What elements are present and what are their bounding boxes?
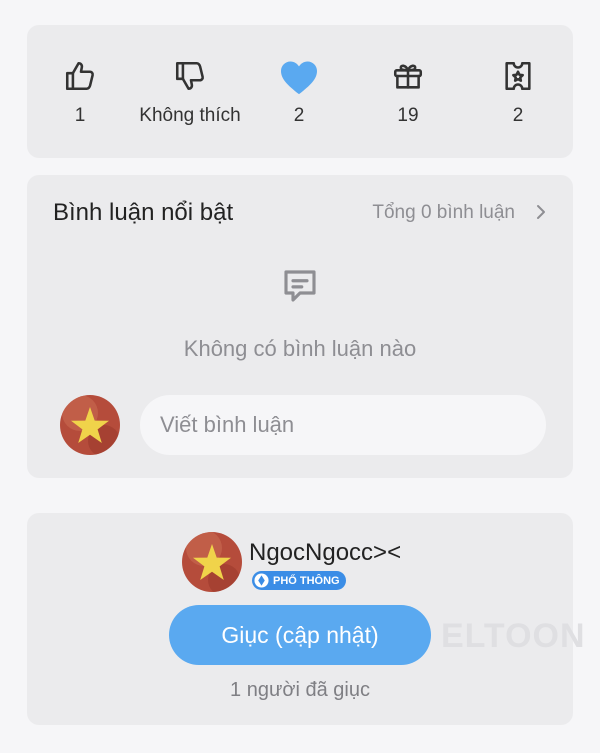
author-avatar[interactable] (182, 532, 242, 592)
gift-count: 19 (397, 105, 419, 126)
empty-comments-text: Không có bình luận nào (183, 336, 417, 361)
gift-icon (353, 59, 463, 93)
ticket-button[interactable]: 2 (463, 25, 573, 158)
reactions-card: 1 Không thích 2 19 2 (27, 25, 573, 158)
love-count: 2 (293, 105, 305, 126)
rank-badge-label: PHỔ THÔNG (273, 574, 340, 587)
comments-total-link[interactable]: Tổng 0 bình luận (372, 202, 515, 224)
gift-button[interactable]: 19 (353, 25, 463, 158)
comment-icon (279, 265, 321, 312)
thumbs-up-icon (25, 59, 135, 93)
rank-badge: PHỔ THÔNG (252, 571, 346, 590)
user-avatar[interactable] (60, 395, 120, 455)
comments-title: Bình luận nổi bật (53, 199, 234, 226)
comments-card: Bình luận nổi bật Tổng 0 bình luận Không… (27, 175, 573, 478)
comment-input[interactable] (140, 395, 546, 455)
heart-icon (244, 59, 354, 95)
thumbs-down-icon (135, 59, 245, 93)
chevron-right-icon[interactable] (535, 203, 547, 226)
like-button[interactable]: 1 (25, 25, 135, 158)
author-name: NgocNgocc>< (249, 539, 402, 566)
like-count: 1 (74, 105, 86, 126)
ticket-count: 2 (512, 105, 524, 126)
urge-count-text: 1 người đã giục (230, 679, 370, 701)
love-button[interactable]: 2 (244, 25, 354, 158)
diamond-icon (254, 573, 269, 588)
star-ticket-icon (463, 59, 573, 93)
watermark: ELTOON (441, 617, 586, 655)
author-card: ELTOON NgocNgocc>< PHỔ THÔNG Giục (cập n… (27, 513, 585, 725)
dislike-label: Không thích (139, 105, 241, 126)
urge-update-button[interactable]: Giục (cập nhật) (169, 605, 431, 665)
dislike-button[interactable]: Không thích (135, 25, 245, 158)
